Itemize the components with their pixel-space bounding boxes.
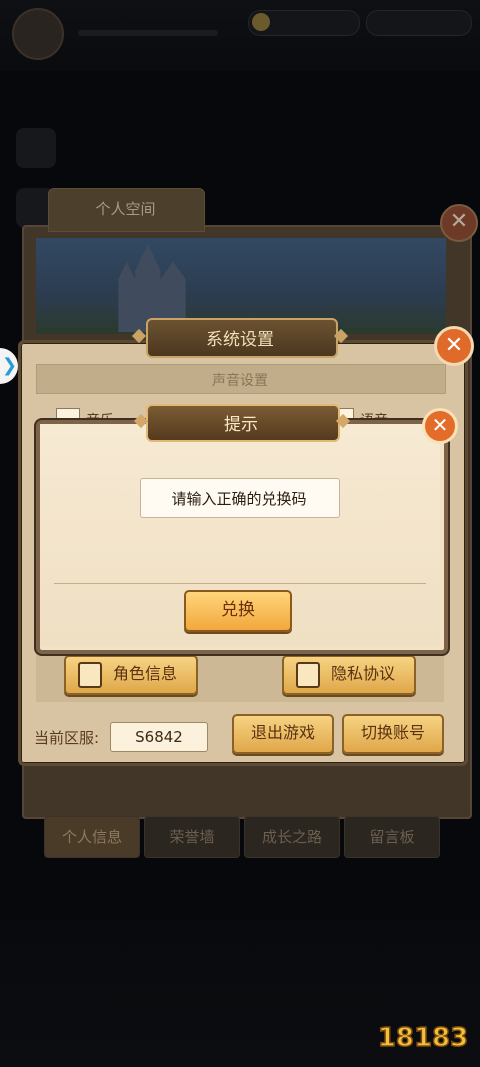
tip-dialog-title: 提示 <box>224 415 258 435</box>
tab-honor-wall[interactable]: 荣誉墙 <box>144 816 240 858</box>
server-value: S6842 <box>110 722 208 752</box>
close-icon[interactable]: ✕ <box>434 326 474 366</box>
coin-icon <box>252 13 270 31</box>
tip-message: 请输入正确的兑换码 <box>171 490 307 508</box>
tab-personal-info[interactable]: 个人信息 <box>44 816 140 858</box>
system-settings-title: 系统设置 <box>206 330 274 350</box>
tab-message-board[interactable]: 留言板 <box>344 816 440 858</box>
personal-space-tab-label: 个人空间 <box>95 200 156 218</box>
divider <box>54 583 426 584</box>
side-menu-button[interactable] <box>16 128 56 168</box>
redeem-button[interactable]: 兑换 <box>184 590 292 632</box>
watermark-text: 18183 <box>378 1023 468 1053</box>
gem-counter[interactable] <box>366 10 472 36</box>
tab-growth-path[interactable]: 成长之路 <box>244 816 340 858</box>
avatar[interactable] <box>12 8 64 60</box>
switch-account-button[interactable]: 切换账号 <box>342 714 444 754</box>
role-info-label: 角色信息 <box>112 664 177 683</box>
exit-game-button[interactable]: 退出游戏 <box>232 714 334 754</box>
sound-settings-label: 声音设置 <box>212 373 268 389</box>
watermark-logo: 18183 <box>377 1022 469 1054</box>
close-icon[interactable]: ✕ <box>440 204 478 242</box>
server-label: 当前区服: <box>34 729 100 747</box>
exp-bar <box>78 30 218 36</box>
document-icon <box>296 662 320 688</box>
close-icon[interactable]: ✕ <box>422 408 458 444</box>
document-icon <box>78 662 102 688</box>
chevron-right-icon: ❯ <box>2 355 18 376</box>
privacy-button[interactable]: 隐私协议 <box>282 655 416 695</box>
privacy-label: 隐私协议 <box>330 664 395 683</box>
role-info-button[interactable]: 角色信息 <box>64 655 198 695</box>
